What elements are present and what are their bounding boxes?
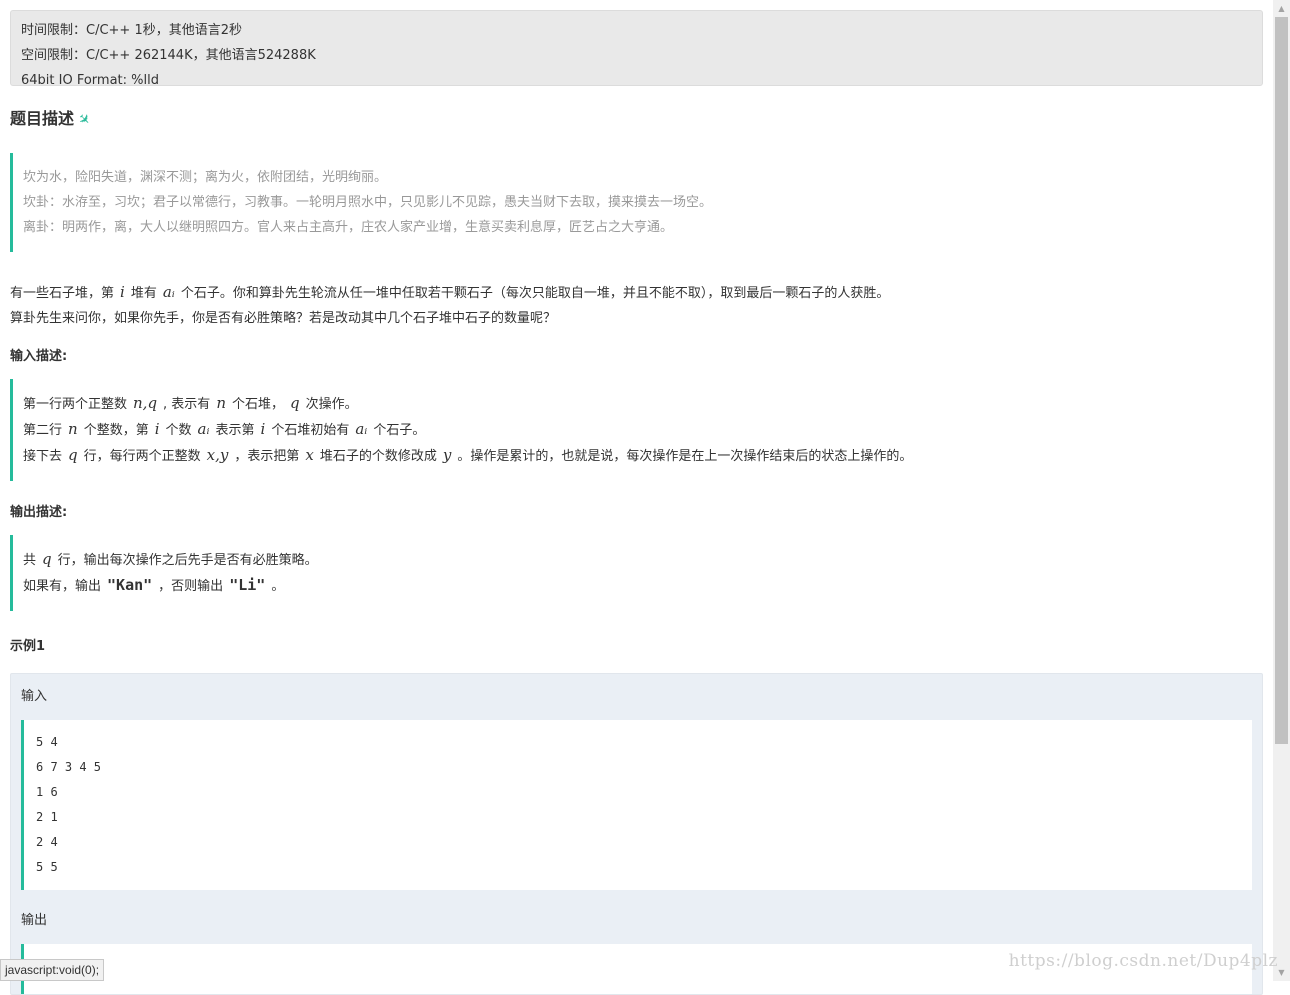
math-var: i: [154, 420, 160, 438]
text: 。操作是累计的，也就是说，每次操作是在上一次操作结束后的状态上操作的。: [457, 449, 913, 464]
poem-line-3: 离卦：明两作，离，大人以继明照四方。官人来占主高升，庄农人家产业增，生意买卖利息…: [23, 220, 674, 235]
text: 个石堆初始有: [271, 423, 350, 438]
text: 个数: [165, 423, 192, 438]
code-line: 2 4: [36, 835, 58, 849]
math-var: n: [68, 420, 78, 438]
math-var: n,q: [133, 394, 158, 412]
example-title: 示例1: [10, 639, 46, 654]
statement: 有一些石子堆，第 i 堆有 aᵢ 个石子。你和算卦先生轮流从任一堆中任取若干颗石子（每次…: [10, 280, 1263, 331]
code-line: 2 1: [36, 810, 58, 824]
text: 个石堆，: [231, 397, 284, 412]
output-line-2: 如果有，输出 "Kan" ，否则输出 "Li" 。: [23, 573, 1263, 599]
scroll-up-button[interactable]: ▲: [1273, 0, 1290, 17]
math-var: aᵢ: [162, 283, 175, 301]
text: 有一些石子堆，第: [10, 286, 115, 301]
text: 堆有: [130, 286, 157, 301]
scrollbar-thumb[interactable]: [1275, 17, 1288, 744]
text: ，否则输出: [158, 579, 224, 594]
limits-box: 时间限制：C/C++ 1秒，其他语言2秒 空间限制：C/C++ 262144K，…: [10, 10, 1263, 88]
text: 如果有，输出: [23, 579, 102, 594]
problem-content: 时间限制：C/C++ 1秒，其他语言2秒 空间限制：C/C++ 262144K，…: [10, 10, 1263, 995]
math-var: aᵢ: [197, 420, 210, 438]
math-var: q: [290, 394, 300, 412]
input-line-2: 第二行 n 个整数，第 i 个数 aᵢ 表示第 i 个石堆初始有 aᵢ 个石子。: [23, 417, 1263, 443]
poem-line-2: 坎卦：水洊至，习坎；君子以常德行，习教事。一轮明月照水中，只见影儿不见踪，愚夫当…: [23, 195, 713, 210]
code-kan: "Kan": [107, 576, 153, 594]
example-input-code[interactable]: 5 4 6 7 3 4 5 1 6 2 1 2 4 5 5: [21, 720, 1252, 890]
math-var: n: [216, 394, 226, 412]
input-title: 输入描述:: [10, 349, 68, 364]
description-title-text: 题目描述: [10, 109, 75, 128]
text: 接下去: [23, 449, 63, 464]
text: 第一行两个正整数: [23, 397, 128, 412]
text: 行，每行两个正整数: [83, 449, 201, 464]
math-var: q: [42, 550, 52, 568]
output-quote: 共 q 行，输出每次操作之后先手是否有必胜策略。 如果有，输出 "Kan" ，否则输出 "…: [10, 535, 1263, 611]
text: ，表示把第: [234, 449, 300, 464]
example-output-label: 输出: [21, 913, 48, 928]
code-line: 5 4: [36, 735, 58, 749]
input-line-3: 接下去 q 行，每行两个正整数 x,y ，表示把第 x 堆石子的个数修改成 y 。操作是累计的，…: [23, 443, 1263, 469]
pin-icon[interactable]: ✈: [71, 107, 96, 132]
text: 次操作。: [305, 397, 358, 412]
math-var: i: [120, 283, 125, 301]
text: 第二行: [23, 423, 63, 438]
output-line-1: 共 q 行，输出每次操作之后先手是否有必胜策略。: [23, 547, 1263, 573]
text: 个整数，第: [83, 423, 149, 438]
code-li: "Li": [229, 576, 266, 594]
text: 。: [271, 579, 285, 594]
text: 堆石子的个数修改成: [319, 449, 437, 464]
text: 表示第: [215, 423, 255, 438]
math-var: x,y: [206, 446, 229, 464]
description-title: 题目描述✈: [10, 107, 1263, 131]
math-var: x: [305, 446, 314, 464]
example-box: 输入 5 4 6 7 3 4 5 1 6 2 1 2 4 5 5 输出: [10, 673, 1263, 995]
example-input-label: 输入: [21, 689, 48, 704]
space-limit: 空间限制：C/C++ 262144K，其他语言524288K: [21, 48, 316, 63]
input-line-1: 第一行两个正整数 n,q , 表示有 n 个石堆， q 次操作。: [23, 391, 1263, 417]
math-var: q: [68, 446, 78, 464]
math-var: y: [442, 446, 452, 464]
arrow-up-icon: ▲: [1278, 4, 1285, 13]
time-limit: 时间限制：C/C++ 1秒，其他语言2秒: [21, 23, 242, 38]
code-line: 1 6: [36, 785, 58, 799]
output-title: 输出描述:: [10, 505, 68, 520]
text: 个石子。: [373, 423, 426, 438]
poem-line-1: 坎为水，险阳失道，渊深不测；离为火，依附团结，光明绚丽。: [23, 170, 388, 185]
input-quote: 第一行两个正整数 n,q , 表示有 n 个石堆， q 次操作。 第二行 n 个整数，第 i 个数 a…: [10, 379, 1263, 481]
statement-line-2: 算卦先生来问你，如果你先手，你是否有必胜策略？若是改动其中几个石子堆中石子的数量…: [10, 311, 557, 326]
watermark: https://blog.csdn.net/Dup4plz: [1008, 951, 1278, 971]
text: 行，输出每次操作之后先手是否有必胜策略。: [57, 553, 318, 568]
statement-line-1: 有一些石子堆，第 i 堆有 aᵢ 个石子。你和算卦先生轮流从任一堆中任取若干颗石子（每次…: [10, 280, 1263, 306]
math-var: aᵢ: [355, 420, 368, 438]
code-line: 6 7 3 4 5: [36, 760, 102, 774]
text: 共: [23, 553, 37, 568]
code-line: 5 5: [36, 860, 58, 874]
math-var: i: [260, 420, 266, 438]
text: , 表示有: [163, 397, 211, 412]
text: 个石子。你和算卦先生轮流从任一堆中任取若干颗石子（每次只能取自一堆，并且不能不取…: [180, 286, 890, 301]
vertical-scrollbar[interactable]: ▲ ▼: [1273, 0, 1290, 981]
poem-quote: 坎为水，险阳失道，渊深不测；离为火，依附团结，光明绚丽。 坎卦：水洊至，习坎；君…: [10, 153, 1263, 252]
status-bar: javascript:void(0);: [0, 959, 105, 981]
io-format: 64bit IO Format: %lld: [21, 73, 159, 88]
